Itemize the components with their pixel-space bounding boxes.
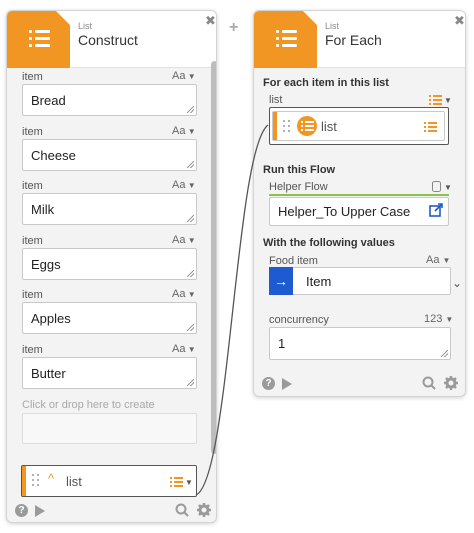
item-label: item: [22, 180, 43, 192]
text-type-selector[interactable]: Aa ▼: [172, 234, 196, 246]
item-input[interactable]: Bread: [22, 84, 197, 116]
list-chip-label: list: [321, 119, 337, 134]
arrow-right-icon[interactable]: →: [269, 267, 293, 295]
run-flow-section-title: Run this Flow: [263, 164, 336, 176]
foreach-header: List For Each ✖: [254, 11, 465, 68]
create-item-hint: Click or drop here to create: [22, 399, 155, 411]
resize-grip-icon[interactable]: [187, 379, 194, 386]
list-input-slot[interactable]: list: [269, 107, 449, 145]
item-value: Milk: [31, 201, 55, 217]
text-type-selector[interactable]: Aa ▼: [172, 179, 196, 191]
drag-handle-icon[interactable]: [283, 120, 291, 134]
item-value: Eggs: [31, 256, 61, 272]
external-link-icon[interactable]: [429, 203, 444, 218]
number-type-selector[interactable]: 123 ▼: [424, 313, 453, 325]
collapse-chevron-icon[interactable]: ^: [48, 471, 54, 486]
text-type-selector[interactable]: Aa ▼: [172, 288, 196, 300]
construct-header: List Construct ✖: [7, 11, 216, 68]
expand-chevron-icon[interactable]: ⌄: [452, 276, 462, 290]
text-type-selector[interactable]: Aa ▼: [172, 70, 196, 82]
helper-flow-value: Helper_To Upper Case: [278, 204, 411, 219]
food-item-field[interactable]: Item: [269, 267, 451, 295]
list-type-icon: [424, 122, 437, 132]
concurrency-label: concurrency: [269, 314, 329, 326]
resize-grip-icon[interactable]: [441, 350, 448, 357]
text-type-selector[interactable]: Aa ▼: [172, 343, 196, 355]
play-icon[interactable]: [35, 505, 45, 517]
output-list-chip[interactable]: ^ list ▼: [21, 465, 197, 497]
item-input[interactable]: Eggs: [22, 248, 197, 280]
item-label: item: [22, 344, 43, 356]
helper-flow-label: Helper Flow: [269, 181, 328, 193]
item-label: item: [22, 71, 43, 83]
resize-grip-icon[interactable]: [187, 324, 194, 331]
add-connector-icon[interactable]: +: [229, 19, 238, 37]
item-value: Butter: [31, 365, 66, 381]
resize-grip-icon[interactable]: [187, 215, 194, 222]
item-label: item: [22, 126, 43, 138]
values-section-title: With the following values: [263, 237, 395, 249]
search-icon[interactable]: [175, 503, 189, 517]
item-label: item: [22, 289, 43, 301]
search-icon[interactable]: [422, 376, 436, 390]
gear-icon[interactable]: [197, 503, 211, 517]
item-value: Apples: [31, 310, 71, 326]
resize-grip-icon[interactable]: [187, 161, 194, 168]
chevron-down-icon[interactable]: ▼: [444, 183, 452, 192]
create-item-dropzone[interactable]: [22, 413, 197, 444]
resize-grip-icon[interactable]: [187, 270, 194, 277]
text-type-selector[interactable]: Aa ▼: [426, 254, 450, 266]
question-circle-icon[interactable]: ?: [262, 377, 275, 390]
resize-grip-icon[interactable]: [187, 106, 194, 113]
list-input-chip[interactable]: list: [272, 111, 445, 141]
list-block-icon: [7, 11, 70, 68]
item-input[interactable]: Apples: [22, 302, 197, 334]
play-icon[interactable]: [282, 378, 292, 390]
database-icon[interactable]: [432, 181, 441, 192]
drag-handle-icon[interactable]: [32, 474, 40, 488]
food-item-value: Item: [306, 273, 332, 289]
block-type-label: List: [78, 21, 93, 31]
block-type-label: List: [325, 21, 340, 31]
list-reference-icon: [297, 116, 317, 136]
food-item-label: Food item: [269, 255, 318, 267]
output-chip-label: list: [66, 474, 82, 489]
construct-card: List Construct ✖ item Aa ▼ Bread item Aa ▼ Ch…: [6, 10, 217, 523]
block-title: For Each: [325, 32, 382, 48]
item-input[interactable]: Milk: [22, 193, 197, 225]
block-title: Construct: [78, 32, 138, 48]
chevron-down-icon[interactable]: ▼: [185, 478, 193, 487]
item-label: item: [22, 235, 43, 247]
item-input[interactable]: Cheese: [22, 139, 197, 171]
item-input[interactable]: Butter: [22, 357, 197, 389]
close-icon[interactable]: ✖: [454, 13, 465, 29]
list-type-icon[interactable]: [170, 477, 183, 487]
question-circle-icon[interactable]: ?: [15, 504, 28, 517]
chevron-down-icon[interactable]: ▼: [444, 96, 452, 105]
text-type-selector[interactable]: Aa ▼: [172, 125, 196, 137]
list-block-icon: [254, 11, 317, 68]
status-bar: [269, 194, 449, 196]
helper-flow-field[interactable]: Helper_To Upper Case: [269, 197, 449, 226]
list-input-label: list: [269, 94, 283, 106]
item-value: Cheese: [31, 147, 76, 163]
concurrency-value: 1: [278, 336, 286, 351]
close-icon[interactable]: ✖: [205, 13, 216, 29]
gear-icon[interactable]: [444, 376, 458, 390]
concurrency-input[interactable]: 1: [269, 327, 451, 360]
list-type-icon[interactable]: [429, 95, 442, 105]
scrollbar[interactable]: [211, 61, 216, 454]
foreach-card: List For Each ✖ For each item in this li…: [253, 10, 466, 397]
item-value: Bread: [31, 92, 66, 108]
for-each-section-title: For each item in this list: [263, 77, 389, 89]
